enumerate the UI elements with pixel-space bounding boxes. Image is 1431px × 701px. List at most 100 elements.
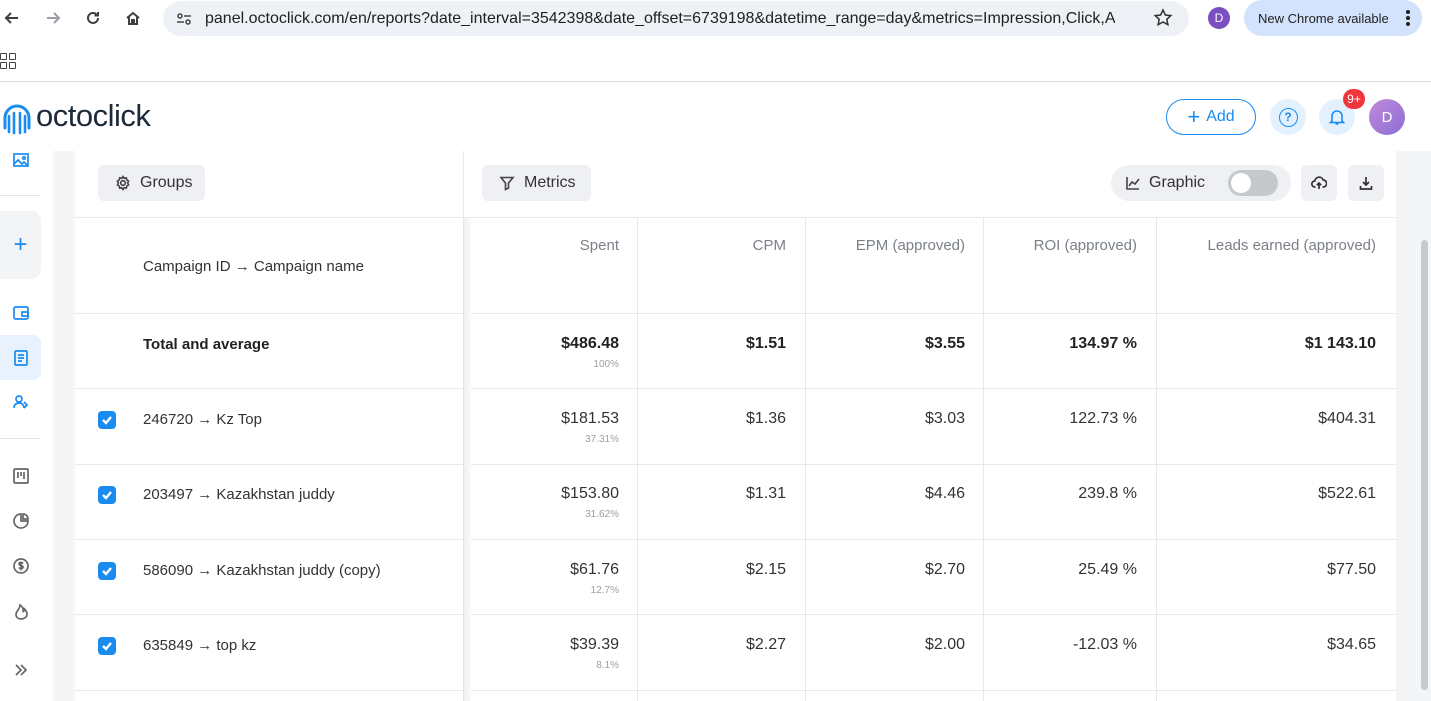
column-divider: [983, 218, 984, 701]
table-divider: [75, 313, 1396, 314]
sidebar-item-creatives[interactable]: [0, 151, 41, 169]
table-divider: [75, 217, 1396, 218]
column-header-roi[interactable]: ROI (approved): [1034, 237, 1137, 254]
campaign-name[interactable]: 635849 → top kz: [143, 637, 256, 654]
cell-epm: $3.03: [924, 410, 965, 427]
cloud-upload-icon: [1311, 176, 1327, 189]
chrome-profile-avatar[interactable]: D: [1208, 7, 1230, 29]
back-icon[interactable]: [1, 7, 23, 29]
metrics-button[interactable]: Metrics: [482, 165, 591, 201]
sidebar-expand-button[interactable]: [0, 659, 41, 681]
cell-spent: $39.39: [570, 636, 619, 653]
campaign-name[interactable]: 203497 → Kazakhstan juddy: [143, 486, 335, 503]
reload-icon[interactable]: [82, 7, 104, 29]
bookmark-star-icon[interactable]: [1153, 8, 1173, 28]
table-divider: [75, 388, 1396, 389]
check-icon: [102, 416, 112, 425]
sidebar-item-statistics[interactable]: [0, 510, 41, 532]
groups-button[interactable]: Groups: [98, 165, 205, 201]
board-icon: [12, 468, 29, 484]
toolbar-divider: [463, 151, 464, 218]
row-checkbox[interactable]: [98, 486, 116, 504]
cell-spent-share: 12.7%: [590, 585, 619, 596]
forward-icon[interactable]: [42, 7, 64, 29]
download-button[interactable]: [1348, 165, 1384, 201]
scrollbar-thumb[interactable]: [1421, 240, 1428, 690]
total-epm: $3.55: [924, 335, 965, 352]
cell-cpm: $2.15: [745, 561, 786, 578]
chrome-update-label: New Chrome available: [1258, 10, 1389, 26]
sidebar-add-button[interactable]: +: [0, 211, 41, 279]
cell-spent-share: 31.62%: [585, 509, 619, 520]
line-chart-icon: [1126, 177, 1140, 190]
column-header-epm[interactable]: EPM (approved): [856, 237, 965, 254]
sidebar-item-wallet[interactable]: [0, 302, 41, 324]
column-header-spent[interactable]: Spent: [580, 237, 619, 254]
group-column-header[interactable]: Campaign ID → Campaign name: [143, 258, 364, 275]
campaign-name[interactable]: 586090 → Kazakhstan juddy (copy): [143, 562, 381, 579]
cell-epm: $4.46: [924, 485, 965, 502]
groups-label: Groups: [140, 174, 193, 191]
sidebar-item-hot[interactable]: [0, 601, 41, 623]
wallet-icon: [12, 306, 29, 320]
row-checkbox[interactable]: [98, 637, 116, 655]
row-checkbox[interactable]: [98, 562, 116, 580]
octoclick-logo-icon: [3, 104, 31, 135]
cell-spent: $153.80: [561, 485, 619, 502]
bell-icon: [1328, 110, 1346, 125]
apps-grid-icon[interactable]: [0, 53, 16, 69]
sidebar-item-board[interactable]: [0, 465, 41, 487]
frozen-column-shadow: [463, 218, 471, 701]
help-button[interactable]: ?: [1270, 99, 1306, 135]
total-label: Total and average: [143, 336, 270, 353]
cell-roi: 122.73 %: [1069, 410, 1137, 427]
logo-text: octoclick: [36, 98, 151, 133]
logo[interactable]: octoclick: [2, 96, 151, 136]
total-leads: $1 143.10: [1304, 335, 1376, 352]
cell-leads: $77.50: [1327, 561, 1376, 578]
column-header-leads[interactable]: Leads earned (approved): [1208, 237, 1376, 254]
column-header-cpm[interactable]: CPM: [753, 237, 786, 254]
cell-cpm: $1.31: [745, 485, 786, 502]
check-icon: [102, 567, 112, 576]
cell-cpm: $1.36: [745, 410, 786, 427]
campaign-name[interactable]: 246720 → Kz Top: [143, 411, 262, 428]
user-avatar[interactable]: D: [1369, 99, 1405, 135]
table-divider: [75, 539, 1396, 540]
bookmarks-bar: [0, 38, 1431, 82]
column-divider: [1156, 218, 1157, 701]
report-panel: [75, 151, 1396, 701]
check-icon: [102, 642, 112, 651]
download-icon: [1359, 177, 1373, 190]
table-divider: [75, 614, 1396, 615]
graphic-label: Graphic: [1149, 174, 1206, 191]
cell-spent: $61.76: [570, 561, 619, 578]
column-divider: [637, 218, 638, 701]
cell-epm: $2.70: [924, 561, 965, 578]
address-bar[interactable]: panel.octoclick.com/en/reports?date_inte…: [163, 1, 1189, 36]
sidebar-item-audiences[interactable]: [0, 391, 41, 413]
chrome-menu-icon[interactable]: [1406, 10, 1410, 26]
total-roi: 134.97 %: [1069, 335, 1137, 352]
chrome-update-button[interactable]: New Chrome available: [1244, 0, 1422, 36]
graphic-toggle[interactable]: [1228, 170, 1278, 196]
sidebar-divider: [0, 195, 41, 196]
report-icon: [13, 349, 28, 366]
upload-button[interactable]: [1301, 165, 1337, 201]
toggle-knob: [1231, 173, 1251, 193]
sidebar-item-reports[interactable]: [0, 335, 41, 380]
site-info-icon[interactable]: [175, 10, 193, 28]
sidebar-item-finance[interactable]: [0, 555, 41, 577]
home-icon[interactable]: [122, 7, 144, 29]
cell-leads: $522.61: [1318, 485, 1376, 502]
cell-roi: 25.49 %: [1078, 561, 1137, 578]
plus-icon: +: [13, 231, 28, 258]
browser-toolbar: panel.octoclick.com/en/reports?date_inte…: [0, 0, 1431, 38]
row-checkbox[interactable]: [98, 411, 116, 429]
table-divider: [75, 464, 1396, 465]
check-icon: [102, 491, 112, 500]
pie-chart-icon: [12, 513, 29, 529]
cell-spent: $181.53: [561, 410, 619, 427]
add-label: Add: [1206, 108, 1235, 125]
add-button[interactable]: + Add: [1166, 99, 1256, 135]
